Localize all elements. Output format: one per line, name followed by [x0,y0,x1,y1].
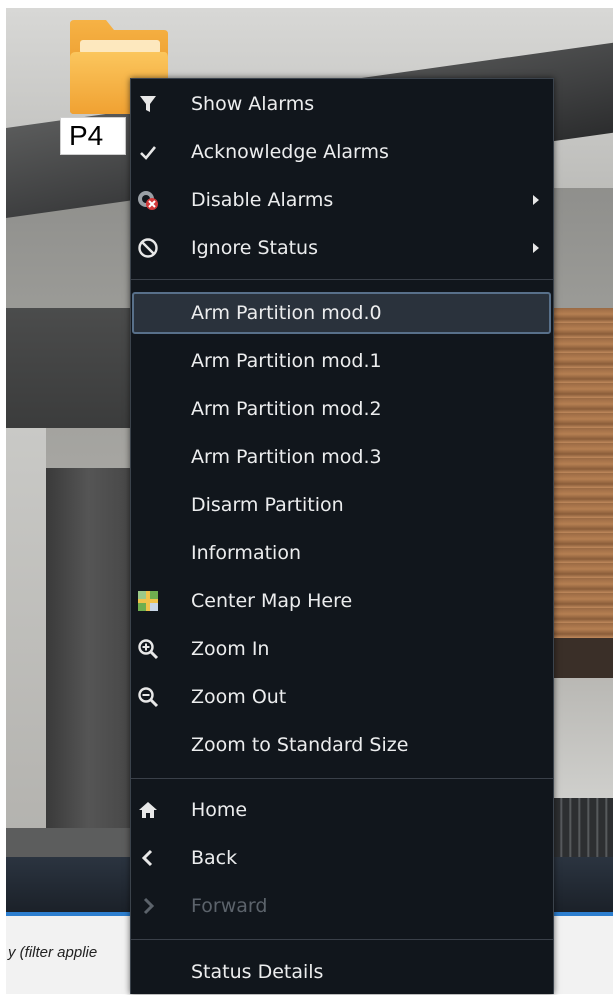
menu-item-label: Forward [191,895,268,917]
menu-item-acknowledge-alarms[interactable]: Acknowledge Alarms [131,129,553,175]
menu-item-label: Acknowledge Alarms [191,141,389,163]
zoom-in-icon [135,636,161,662]
menu-item-label: Disable Alarms [191,189,334,211]
menu-item-back[interactable]: Back [131,835,553,881]
filter-icon [135,91,161,117]
context-menu: Show Alarms Acknowledge Alarms Disable A… [130,78,554,994]
menu-item-arm-partition-mod2[interactable]: Arm Partition mod.2 [131,386,553,432]
prohibited-icon [135,235,161,261]
map-light-wall [6,428,46,848]
map-wall [6,308,141,428]
checkmark-icon [135,139,161,165]
menu-item-label: Ignore Status [191,237,318,259]
zoom-out-icon [135,684,161,710]
submenu-arrow-icon [533,243,539,253]
menu-item-label: Status Details [191,961,324,983]
menu-item-zoom-standard[interactable]: Zoom to Standard Size [131,722,553,768]
map-wood-shadow [554,638,613,678]
menu-item-forward[interactable]: Forward [131,883,553,929]
map-right-wall [554,678,613,798]
filter-status-text: y (filter applie [8,944,98,961]
menu-item-label: Arm Partition mod.1 [191,350,382,372]
menu-item-disarm-partition[interactable]: Disarm Partition [131,482,553,528]
menu-separator [131,939,553,940]
menu-item-zoom-in[interactable]: Zoom In [131,626,553,672]
menu-item-label: Center Map Here [191,590,353,612]
menu-item-show-alarms[interactable]: Show Alarms [131,81,553,127]
chevron-left-icon [135,845,161,871]
menu-separator [131,279,553,280]
menu-item-label: Zoom In [191,638,270,660]
menu-item-status-details[interactable]: Status Details [131,949,553,995]
menu-item-disable-alarms[interactable]: Disable Alarms [131,177,553,223]
menu-item-label: Arm Partition mod.2 [191,398,382,420]
menu-separator [131,778,553,779]
map-wood-panel [554,308,613,638]
menu-item-label: Zoom to Standard Size [191,734,409,756]
map-pillar [46,468,141,838]
menu-item-label: Zoom Out [191,686,287,708]
menu-item-home[interactable]: Home [131,787,553,833]
menu-item-arm-partition-mod0[interactable]: Arm Partition mod.0 [131,290,553,336]
map-icon [135,588,161,614]
menu-item-label: Information [191,542,301,564]
menu-item-label: Back [191,847,238,869]
menu-item-information[interactable]: Information [131,530,553,576]
menu-item-ignore-status[interactable]: Ignore Status [131,225,553,271]
chevron-right-icon [135,893,161,919]
submenu-arrow-icon [533,195,539,205]
menu-item-label: Arm Partition mod.3 [191,446,382,468]
menu-item-arm-partition-mod3[interactable]: Arm Partition mod.3 [131,434,553,480]
menu-item-arm-partition-mod1[interactable]: Arm Partition mod.1 [131,338,553,384]
menu-item-zoom-out[interactable]: Zoom Out [131,674,553,720]
disable-alarm-icon [135,187,161,213]
menu-item-center-map-here[interactable]: Center Map Here [131,578,553,624]
home-icon [135,797,161,823]
menu-item-label: Home [191,799,248,821]
menu-item-label: Arm Partition mod.0 [191,302,382,324]
menu-item-label: Show Alarms [191,93,315,115]
menu-item-label: Disarm Partition [191,494,344,516]
folder-label[interactable]: P4 [60,117,126,155]
